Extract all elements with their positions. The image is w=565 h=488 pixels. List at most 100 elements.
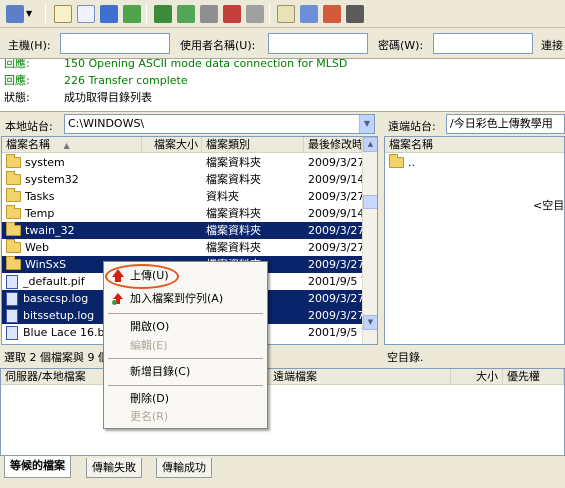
username-input[interactable] xyxy=(268,33,368,54)
file-name-cell: system xyxy=(2,154,142,171)
table-row[interactable]: system32 檔案資料夾 2009/9/14 xyxy=(2,171,362,188)
file-date-cell: 2001/9/5 下 xyxy=(308,275,362,288)
table-row[interactable]: system 檔案資料夾 2009/3/27 xyxy=(2,154,362,171)
local-site-label: 本地站台: xyxy=(5,120,53,133)
remote-status: 空目錄. xyxy=(387,351,424,364)
menu-item-open[interactable]: 開啟(O) xyxy=(106,318,265,336)
file-type-cell: 檔案資料夾 xyxy=(206,207,261,220)
remote-file-list[interactable]: 檔案名稱 .. <空目 xyxy=(384,136,565,345)
menu-separator xyxy=(108,385,263,386)
cancel-icon[interactable] xyxy=(200,5,218,23)
scroll-down-icon[interactable]: ▼ xyxy=(363,315,377,330)
log-row: 狀態: 成功取得目錄列表 xyxy=(4,91,152,104)
column-header-priority[interactable]: 優先權 xyxy=(503,369,564,385)
file-size-cell xyxy=(142,205,202,222)
scroll-up-icon[interactable]: ▲ xyxy=(363,137,377,152)
file-date-cell: 2009/3/27 xyxy=(308,258,362,271)
log-row: 回應: 150 Opening ASCII mode data connectio… xyxy=(4,58,348,70)
folder-icon xyxy=(6,188,21,202)
tab-failed-transfers[interactable]: 傳輸失敗 xyxy=(86,458,142,478)
log-row: 回應: 226 Transfer complete xyxy=(4,74,188,87)
message-log-icon[interactable] xyxy=(54,5,72,23)
site-manager-icon[interactable] xyxy=(6,5,24,23)
compare-icon[interactable] xyxy=(300,5,318,23)
remote-path-value: /今日彩色上傳教學用 xyxy=(450,117,553,130)
chevron-down-icon[interactable]: ▼ xyxy=(359,115,374,133)
folder-icon xyxy=(6,171,21,185)
table-row[interactable]: Temp 檔案資料夾 2009/9/14 xyxy=(2,205,362,222)
username-label: 使用者名稱(U): xyxy=(180,39,256,52)
file-date-cell: 2009/3/27 xyxy=(308,292,362,305)
file-date-cell: 2009/3/27 xyxy=(308,309,362,322)
list-item[interactable]: .. xyxy=(385,154,564,171)
queue-tabs: 等候的檔案 傳輸失敗 傳輸成功 xyxy=(0,456,565,488)
table-row[interactable]: twain_32 檔案資料夾 2009/3/27 xyxy=(2,222,362,239)
file-size-cell xyxy=(142,171,202,188)
context-menu: 上傳(U) 加入檔案到佇列(A) 開啟(O) 編輯(E) 新增目錄(C) 刪除(… xyxy=(103,261,268,429)
table-row[interactable]: Tasks 資料夾 2009/3/27 xyxy=(2,188,362,205)
local-path-combo[interactable]: C:\WINDOWS\ ▼ xyxy=(64,114,375,134)
file-date-cell: 2009/3/27 xyxy=(308,224,362,237)
remote-path-input[interactable]: /今日彩色上傳教學用 xyxy=(446,114,565,134)
file-date-cell: 2009/3/27 xyxy=(308,241,362,254)
tab-successful-transfers[interactable]: 傳輸成功 xyxy=(156,458,212,478)
file-size-cell xyxy=(142,239,202,256)
add-to-queue-icon xyxy=(112,293,123,305)
host-input[interactable] xyxy=(60,33,170,54)
file-date-cell: 2009/3/27 xyxy=(308,156,362,169)
file-type-cell: 檔案資料夾 xyxy=(206,241,261,254)
menu-item-new-directory[interactable]: 新增目錄(C) xyxy=(106,363,265,381)
message-log: 回應: 150 Opening ASCII mode data connectio… xyxy=(0,58,565,112)
transfer-queue[interactable]: 伺服器/本地檔案 遠端檔案 大小 優先權 xyxy=(0,368,565,456)
queue-header: 伺服器/本地檔案 遠端檔案 大小 優先權 xyxy=(1,369,564,385)
file-type-cell: 檔案資料夾 xyxy=(206,224,261,237)
refresh-icon[interactable] xyxy=(154,5,172,23)
local-list-header: 檔案名稱 ▲ 檔案大小 檔案類別 最後修改時 xyxy=(2,137,362,153)
queue-icon[interactable] xyxy=(123,5,141,23)
file-icon xyxy=(6,291,18,306)
file-icon xyxy=(6,325,18,340)
tab-queued-files[interactable]: 等候的檔案 xyxy=(4,456,71,478)
search-icon[interactable] xyxy=(346,5,364,23)
menu-item-delete[interactable]: 刪除(D) xyxy=(106,390,265,408)
disconnect-icon[interactable] xyxy=(223,5,241,23)
file-name-cell: Web xyxy=(2,239,142,256)
local-tree-icon[interactable] xyxy=(77,5,95,23)
sort-asc-icon: ▲ xyxy=(63,141,70,150)
scroll-thumb[interactable] xyxy=(363,195,377,209)
column-header-size[interactable]: 大小 xyxy=(451,369,503,385)
folder-icon xyxy=(6,154,21,168)
empty-directory-text: <空目 xyxy=(533,199,565,212)
column-header-date[interactable]: 最後修改時 xyxy=(304,137,362,153)
menu-item-edit: 編輯(E) xyxy=(130,339,168,352)
folder-icon xyxy=(6,256,21,270)
file-date-cell: 2001/9/5 下 xyxy=(308,326,362,339)
file-name-cell: system32 xyxy=(2,171,142,188)
file-name-cell: Tasks xyxy=(2,188,142,205)
local-vertical-scrollbar[interactable]: ▲ ▼ xyxy=(362,137,377,344)
column-header-size[interactable]: 檔案大小 xyxy=(142,137,202,153)
folder-icon xyxy=(6,239,21,253)
dropdown-icon[interactable]: ▼ xyxy=(26,5,36,23)
remote-tree-icon[interactable] xyxy=(100,5,118,23)
column-header-name[interactable]: 檔案名稱 xyxy=(385,137,564,153)
file-date-cell: 2009/3/27 xyxy=(308,190,362,203)
sync-browse-icon[interactable] xyxy=(323,5,341,23)
file-icon xyxy=(6,308,18,323)
process-queue-icon[interactable] xyxy=(177,5,195,23)
local-path-value: C:\WINDOWS\ xyxy=(68,117,145,130)
column-header-type[interactable]: 檔案類別 xyxy=(202,137,304,153)
menu-item-add-to-queue[interactable]: 加入檔案到佇列(A) xyxy=(106,290,265,308)
file-icon xyxy=(6,274,18,289)
folder-icon xyxy=(6,205,21,219)
table-row[interactable]: Web 檔案資料夾 2009/3/27 xyxy=(2,239,362,256)
connect-button[interactable]: 連接 xyxy=(541,37,563,53)
filter-icon[interactable] xyxy=(277,5,295,23)
password-input[interactable] xyxy=(433,33,533,54)
column-header-name[interactable]: 檔案名稱 ▲ xyxy=(2,137,142,153)
reconnect-icon[interactable] xyxy=(246,5,264,23)
file-size-cell xyxy=(142,222,202,239)
menu-item-upload[interactable]: 上傳(U) xyxy=(106,267,265,285)
local-status: 選取 2 個檔案與 9 個 xyxy=(4,351,109,364)
file-date-cell: 2009/9/14 xyxy=(308,207,362,220)
